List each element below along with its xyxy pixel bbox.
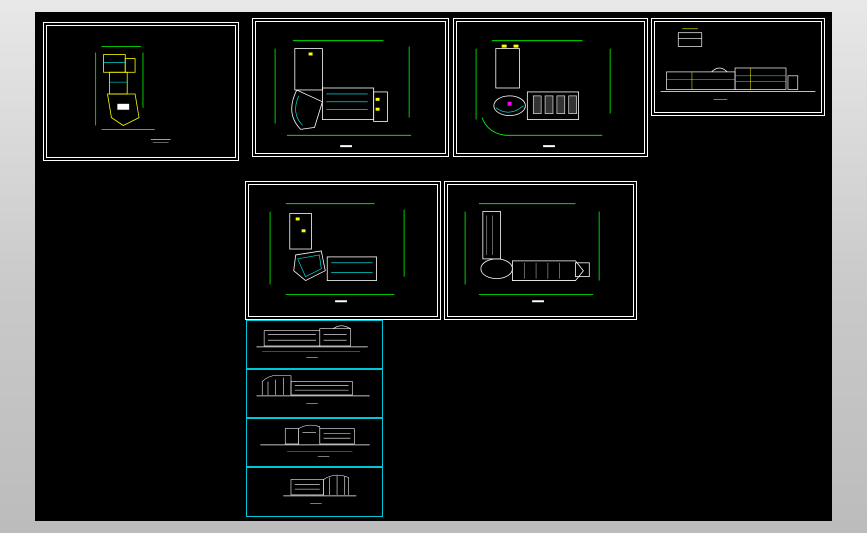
sheet-first-floor-plan[interactable] [252,18,449,157]
elevation-3-drawing [260,424,370,457]
first-floor-plan-drawing [274,40,412,148]
elevation-4-drawing [283,474,357,504]
sheet-site-plan[interactable] [43,22,239,161]
elevation-overview-drawing [660,28,816,100]
elevation-2-drawing [256,375,370,404]
drawing-canvas[interactable] [35,12,832,521]
sheet-elevation-1[interactable] [246,320,383,369]
site-plan-drawing [95,46,171,143]
sheet-elevation-2[interactable] [246,369,383,418]
sheet-elevation-3[interactable] [246,418,383,467]
sheet-elevation-section-overview[interactable] [651,18,825,116]
sheet-third-floor-plan[interactable] [245,181,441,320]
elevation-1-drawing [256,325,368,358]
roof-plan-drawing [464,203,600,303]
third-floor-plan-drawing [269,203,405,303]
sheet-elevation-4[interactable] [246,467,383,517]
sheet-roof-plan[interactable] [444,181,637,320]
second-floor-plan-drawing [475,40,611,148]
sheet-second-floor-plan[interactable] [453,18,648,157]
